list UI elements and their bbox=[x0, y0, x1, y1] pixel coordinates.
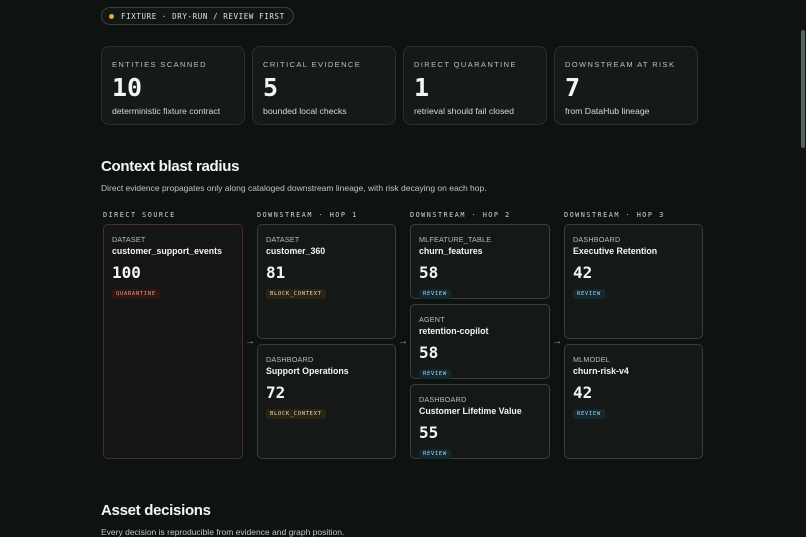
asset-decisions-title: Asset decisions bbox=[101, 502, 211, 519]
stat-label: DIRECT QUARANTINE bbox=[414, 60, 517, 69]
stat-label: ENTITIES SCANNED bbox=[112, 60, 207, 69]
node-churn-features[interactable]: MLFEATURE_TABLE churn_features 58 REVIEW bbox=[410, 224, 550, 299]
column-header-hop3: DOWNSTREAM · HOP 3 bbox=[564, 211, 665, 219]
stat-value: 5 bbox=[263, 73, 279, 102]
stat-desc: retrieval should fail closed bbox=[414, 106, 514, 116]
node-name: churn-risk-v4 bbox=[573, 366, 629, 376]
node-name: Customer Lifetime Value bbox=[419, 406, 522, 416]
node-support-operations[interactable]: DASHBOARD Support Operations 72 BLOCK_CO… bbox=[257, 344, 396, 459]
status-badge: BLOCK_CONTEXT bbox=[266, 289, 326, 299]
stat-label: DOWNSTREAM AT RISK bbox=[565, 60, 676, 69]
node-name: customer_support_events bbox=[112, 246, 222, 256]
node-kind: DATASET bbox=[112, 235, 146, 244]
stat-label: CRITICAL EVIDENCE bbox=[263, 60, 362, 69]
node-score: 72 bbox=[266, 383, 286, 402]
node-name: customer_360 bbox=[266, 246, 326, 256]
node-name: retention-copilot bbox=[419, 326, 489, 336]
node-score: 42 bbox=[573, 383, 593, 402]
status-badge: BLOCK_CONTEXT bbox=[266, 409, 326, 419]
node-score: 42 bbox=[573, 263, 593, 282]
node-kind: DASHBOARD bbox=[573, 235, 621, 244]
node-score: 58 bbox=[419, 343, 439, 362]
status-badge: QUARANTINE bbox=[112, 289, 160, 299]
stat-card-critical: CRITICAL EVIDENCE 5 bounded local checks bbox=[252, 46, 396, 125]
arrow-right-icon: → bbox=[398, 336, 408, 347]
node-kind: MLFEATURE_TABLE bbox=[419, 235, 492, 244]
stat-desc: bounded local checks bbox=[263, 106, 347, 116]
status-badge: REVIEW bbox=[573, 289, 605, 299]
stat-card-downstream: DOWNSTREAM AT RISK 7 from DataHub lineag… bbox=[554, 46, 698, 125]
blast-radius-subtitle: Direct evidence propagates only along ca… bbox=[101, 183, 487, 193]
node-churn-risk-v4[interactable]: MLMODEL churn-risk-v4 42 REVIEW bbox=[564, 344, 703, 459]
node-kind: AGENT bbox=[419, 315, 445, 324]
node-customer-360[interactable]: DATASET customer_360 81 BLOCK_CONTEXT bbox=[257, 224, 396, 339]
status-badge: REVIEW bbox=[573, 409, 605, 419]
status-badge: REVIEW bbox=[419, 449, 451, 459]
node-score: 58 bbox=[419, 263, 439, 282]
stat-desc: from DataHub lineage bbox=[565, 106, 650, 116]
arrow-right-icon: → bbox=[245, 336, 255, 347]
stat-card-entities: ENTITIES SCANNED 10 deterministic fixtur… bbox=[101, 46, 245, 125]
node-customer-support-events[interactable]: DATASET customer_support_events 100 QUAR… bbox=[103, 224, 243, 459]
node-score: 81 bbox=[266, 263, 286, 282]
node-score: 55 bbox=[419, 423, 439, 442]
status-dot-icon bbox=[109, 13, 114, 19]
status-badge: REVIEW bbox=[419, 289, 451, 299]
stat-value: 10 bbox=[112, 73, 143, 102]
node-customer-lifetime-value[interactable]: DASHBOARD Customer Lifetime Value 55 REV… bbox=[410, 384, 550, 459]
stat-value: 1 bbox=[414, 73, 430, 102]
column-header-hop2: DOWNSTREAM · HOP 2 bbox=[410, 211, 511, 219]
node-kind: DASHBOARD bbox=[419, 395, 467, 404]
node-retention-copilot[interactable]: AGENT retention-copilot 58 REVIEW bbox=[410, 304, 550, 379]
node-name: Executive Retention bbox=[573, 246, 658, 256]
stats-row: ENTITIES SCANNED 10 deterministic fixtur… bbox=[101, 46, 698, 125]
node-kind: DASHBOARD bbox=[266, 355, 314, 364]
mode-pill-text: FIXTURE · DRY-RUN / REVIEW FIRST bbox=[121, 11, 285, 21]
stat-desc: deterministic fixture contract bbox=[112, 106, 221, 116]
asset-decisions-subtitle: Every decision is reproducible from evid… bbox=[101, 527, 345, 537]
arrow-right-icon: → bbox=[552, 336, 562, 347]
node-score: 100 bbox=[112, 263, 141, 282]
column-header-hop1: DOWNSTREAM · HOP 1 bbox=[257, 211, 358, 219]
node-name: churn_features bbox=[419, 246, 483, 256]
blast-radius-title: Context blast radius bbox=[101, 158, 240, 175]
stat-value: 7 bbox=[565, 73, 581, 102]
stat-card-quarantine: DIRECT QUARANTINE 1 retrieval should fai… bbox=[403, 46, 547, 125]
node-kind: MLMODEL bbox=[573, 355, 610, 364]
node-name: Support Operations bbox=[266, 366, 349, 376]
mode-pill: FIXTURE · DRY-RUN / REVIEW FIRST bbox=[101, 7, 294, 25]
scrollbar-thumb[interactable] bbox=[801, 30, 805, 148]
column-header-source: DIRECT SOURCE bbox=[103, 211, 176, 219]
status-badge: REVIEW bbox=[419, 369, 451, 379]
node-executive-retention[interactable]: DASHBOARD Executive Retention 42 REVIEW bbox=[564, 224, 703, 339]
node-kind: DATASET bbox=[266, 235, 300, 244]
